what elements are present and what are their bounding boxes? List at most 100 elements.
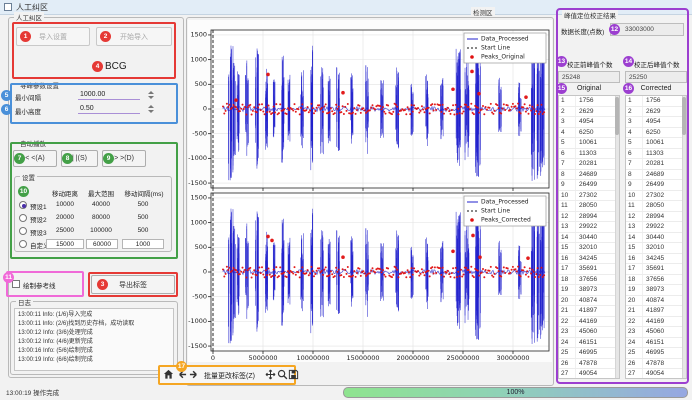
table-row[interactable]: 2749054	[559, 369, 619, 379]
table-row[interactable]: 926499	[559, 180, 619, 191]
forward-arrow-icon[interactable]	[188, 368, 200, 381]
original-scrollbar[interactable]	[615, 96, 619, 379]
table-row[interactable]: 2546995	[559, 348, 619, 359]
custom-move-input[interactable]	[46, 239, 84, 249]
spin-up-icon[interactable]	[148, 105, 154, 108]
table-row[interactable]: 2345060	[626, 327, 686, 338]
preset2-move: 20000	[46, 214, 84, 221]
table-row[interactable]: 2345060	[559, 327, 619, 338]
custom-range-input[interactable]	[86, 239, 118, 249]
data-length-field: 33003000	[610, 23, 684, 36]
table-row[interactable]: 926499	[626, 180, 686, 191]
table-row[interactable]: 1938973	[559, 285, 619, 296]
table-row[interactable]: 510061	[559, 138, 619, 149]
table-row[interactable]: 2446151	[559, 338, 619, 349]
preset2-label: 预设2	[30, 214, 47, 224]
signal-charts-canvas[interactable]	[188, 20, 552, 362]
original-header: Original	[558, 85, 620, 92]
table-row[interactable]: 1228994	[559, 212, 619, 223]
table-row[interactable]: 1228994	[626, 212, 686, 223]
table-row[interactable]: 720281	[559, 159, 619, 170]
table-row[interactable]: 510061	[626, 138, 686, 149]
corrected-scrollbar[interactable]	[682, 96, 686, 379]
radio-preset1[interactable]	[19, 201, 27, 209]
table-row[interactable]: 1938973	[626, 285, 686, 296]
badge-2: 2	[100, 31, 111, 42]
table-row[interactable]: 11756	[626, 96, 686, 107]
badge-1: 1	[20, 31, 31, 42]
table-row[interactable]: 11756	[559, 96, 619, 107]
table-row[interactable]: 824689	[626, 170, 686, 181]
table-row[interactable]: 1837656	[626, 275, 686, 286]
log-list[interactable]: 13:00:11 Info: (1/6)导入完成 13:00:11 Info: …	[14, 308, 174, 371]
preset1-label: 预设1	[30, 201, 47, 211]
table-row[interactable]: 720281	[626, 159, 686, 170]
radio-preset3[interactable]	[19, 227, 27, 235]
log-line: 13:00:19 Info: (6/6)绘制完成	[18, 356, 170, 365]
table-row[interactable]: 1735691	[626, 264, 686, 275]
table-row[interactable]: 2647878	[626, 359, 686, 370]
log-line: 13:00:12 Info: (4/6)更新完成	[18, 338, 170, 347]
badge-14: 14	[623, 56, 634, 67]
table-row[interactable]: 1430440	[626, 233, 686, 244]
min-interval-field[interactable]: 1000.00	[78, 89, 140, 100]
table-row[interactable]: 2040874	[559, 296, 619, 307]
refline-checkbox[interactable]	[12, 280, 20, 288]
table-row[interactable]: 1027302	[559, 191, 619, 202]
min-interval-spinner[interactable]	[146, 89, 156, 100]
pan-icon[interactable]	[264, 368, 276, 381]
table-row[interactable]: 1634245	[559, 254, 619, 265]
spin-down-icon[interactable]	[148, 96, 154, 99]
table-row[interactable]: 1532010	[559, 243, 619, 254]
home-icon[interactable]	[162, 368, 174, 381]
table-row[interactable]: 2141897	[559, 306, 619, 317]
table-row[interactable]: 46250	[559, 128, 619, 139]
table-row[interactable]: 2647878	[559, 359, 619, 370]
table-row[interactable]: 2446151	[626, 338, 686, 349]
after-count-label: 校正后峰值个数	[634, 59, 680, 69]
table-row[interactable]: 22629	[626, 107, 686, 118]
min-height-spinner[interactable]	[146, 103, 156, 114]
table-row[interactable]: 1532010	[626, 243, 686, 254]
radio-custom[interactable]	[19, 240, 27, 248]
badge-13: 13	[556, 56, 567, 67]
table-row[interactable]: 2546995	[626, 348, 686, 359]
spin-up-icon[interactable]	[148, 91, 154, 94]
min-height-field[interactable]: 0.50	[78, 103, 140, 114]
table-row[interactable]: 824689	[559, 170, 619, 181]
radio-preset2[interactable]	[19, 214, 27, 222]
corrected-table[interactable]: 1175622629349544625051006161130372028182…	[625, 95, 687, 379]
table-row[interactable]: 34954	[559, 117, 619, 128]
table-row[interactable]: 2244169	[626, 317, 686, 328]
custom-interval-input[interactable]	[122, 239, 164, 249]
table-row[interactable]: 1128050	[559, 201, 619, 212]
table-row[interactable]: 1837656	[559, 275, 619, 286]
save-icon[interactable]	[287, 368, 299, 381]
result-panel-label: 峰值定位校正结果	[562, 10, 618, 20]
table-row[interactable]: 611303	[559, 149, 619, 160]
table-row[interactable]: 1329922	[626, 222, 686, 233]
table-row[interactable]: 1329922	[559, 222, 619, 233]
table-row[interactable]: 611303	[626, 149, 686, 160]
table-row[interactable]: 1027302	[626, 191, 686, 202]
after-count-field: 25250	[625, 71, 687, 83]
min-height-label: 最小高度	[15, 106, 41, 116]
log-line: 13:00:16 Info: (5/6)绘制完成	[18, 347, 170, 356]
badge-10: 10	[18, 186, 29, 197]
table-row[interactable]: 2141897	[626, 306, 686, 317]
table-row[interactable]: 46250	[626, 128, 686, 139]
table-row[interactable]: 1634245	[626, 254, 686, 265]
spin-down-icon[interactable]	[148, 110, 154, 113]
table-row[interactable]: 2244169	[559, 317, 619, 328]
table-row[interactable]: 2749054	[626, 369, 686, 379]
original-table[interactable]: 1175622629349544625051006161130372028182…	[558, 95, 620, 379]
batch-edit-label[interactable]: 批量更改标签(Z)	[204, 371, 255, 381]
table-row[interactable]: 1735691	[559, 264, 619, 275]
table-row[interactable]: 2040874	[626, 296, 686, 307]
table-row[interactable]: 1128050	[626, 201, 686, 212]
app-window-icon	[4, 3, 12, 11]
badge-15: 15	[556, 83, 567, 94]
table-row[interactable]: 1430440	[559, 233, 619, 244]
table-row[interactable]: 34954	[626, 117, 686, 128]
table-row[interactable]: 22629	[559, 107, 619, 118]
